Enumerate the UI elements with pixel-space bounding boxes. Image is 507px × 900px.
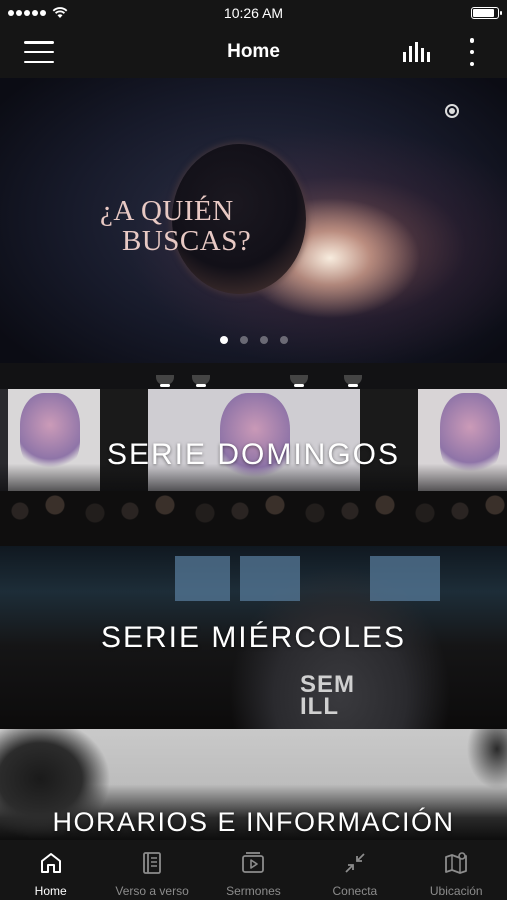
tab-ubicacion[interactable]: Ubicación [406, 850, 507, 898]
battery-fill [473, 9, 494, 17]
audio-bars-icon[interactable] [401, 40, 431, 64]
carousel-dot[interactable] [260, 336, 268, 344]
tab-label: Sermones [226, 884, 281, 898]
tab-label: Ubicación [429, 884, 483, 898]
shirt-text: SEM ILL [300, 673, 355, 720]
collapse-arrows-icon [345, 853, 365, 873]
crowd-photo [0, 491, 507, 546]
hero-title-line1: ¿A QUIÉN [100, 195, 234, 227]
hero-title: ¿A QUIÉN BUSCAS? [100, 196, 251, 256]
screen-artwork [20, 393, 80, 473]
video-icon [242, 852, 265, 873]
nav-bar: Home [0, 26, 507, 78]
more-options-icon[interactable] [467, 38, 477, 66]
page-title: Home [227, 41, 280, 62]
card-serie-domingos[interactable]: SERIE DOMINGOS [0, 363, 507, 546]
book-icon [143, 852, 161, 874]
tab-bar: Home Verso a verso Sermones Conecta Ubic… [0, 840, 507, 900]
window-decor [175, 556, 230, 601]
tab-sermones[interactable]: Sermones [203, 850, 304, 898]
tab-home[interactable]: Home [0, 850, 101, 898]
signal-strength-icon [8, 10, 46, 16]
card-serie-miercoles[interactable]: SEM ILL SERIE MIÉRCOLES [0, 546, 507, 729]
hero-title-line2: BUSCAS? [122, 225, 252, 257]
card-label: HORARIOS E INFORMACIÓN [52, 807, 455, 837]
status-left [8, 7, 68, 19]
tab-conecta[interactable]: Conecta [304, 850, 405, 898]
card-label: SERIE MIÉRCOLES [100, 620, 407, 654]
hero-carousel[interactable]: ¿A QUIÉN BUSCAS? [0, 78, 507, 363]
window-decor [370, 556, 440, 601]
tab-label: Verso a verso [115, 884, 189, 898]
tab-label: Conecta [332, 884, 378, 898]
window-decor [240, 556, 300, 601]
wifi-icon [52, 7, 68, 18]
tab-label: Home [34, 884, 67, 898]
carousel-dot[interactable] [240, 336, 248, 344]
home-icon [40, 853, 61, 873]
palm-tree-decor [467, 729, 507, 789]
screen-artwork [440, 393, 500, 478]
card-horarios-informacion[interactable]: HORARIOS E INFORMACIÓN [0, 729, 507, 840]
battery-icon [471, 7, 502, 19]
ceiling-decor [0, 363, 507, 389]
status-time: 10:26 AM [223, 5, 284, 21]
map-icon [445, 852, 468, 874]
carousel-dot[interactable] [280, 336, 288, 344]
carousel-dot[interactable] [220, 336, 228, 344]
tab-verso-a-verso[interactable]: Verso a verso [102, 850, 203, 898]
status-bar: 10:26 AM [0, 0, 507, 26]
hamburger-menu-icon[interactable] [24, 41, 54, 63]
church-logo-icon [445, 104, 459, 118]
card-label: SERIE DOMINGOS [106, 437, 401, 471]
shirt-text-line2: ILL [300, 693, 339, 720]
carousel-page-indicator[interactable] [220, 336, 288, 344]
